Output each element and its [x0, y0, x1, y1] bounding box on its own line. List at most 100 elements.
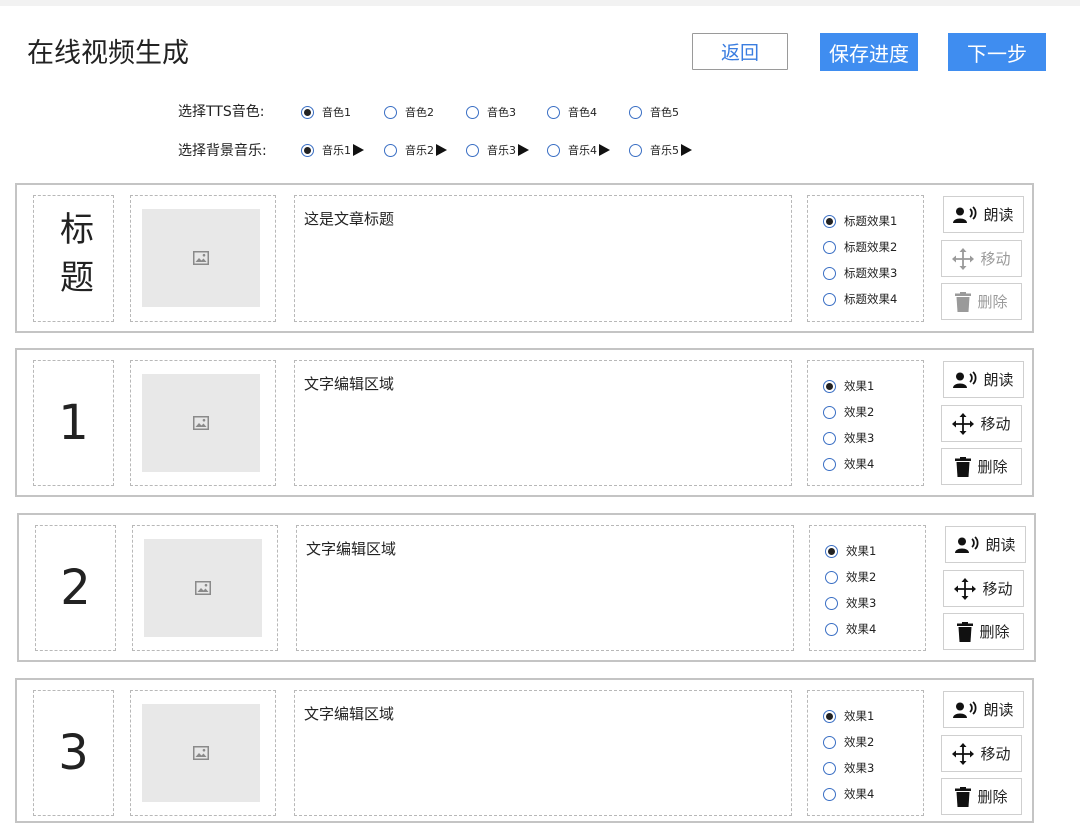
effect-option-1[interactable]: 效果1 [825, 543, 876, 559]
effect-option-3[interactable]: 效果3 [823, 430, 874, 446]
effect-option-2[interactable]: 效果2 [823, 734, 874, 750]
music-option-3[interactable]: 音乐3 [466, 142, 529, 158]
image-slot[interactable] [130, 690, 276, 816]
radio-icon[interactable] [823, 787, 836, 801]
next-step-button[interactable]: 下一步 [948, 33, 1046, 71]
radio-icon[interactable] [547, 105, 560, 119]
image-slot[interactable] [132, 525, 278, 651]
radio-icon[interactable] [547, 143, 560, 157]
music-option-4[interactable]: 音乐4 [547, 142, 610, 158]
effect-option-1[interactable]: 效果1 [823, 378, 874, 394]
image-placeholder[interactable] [142, 209, 260, 307]
effect-option-1[interactable]: 标题效果1 [823, 213, 897, 229]
effect-option-2[interactable]: 效果2 [823, 404, 874, 420]
radio-icon[interactable] [825, 622, 838, 636]
radio-icon[interactable] [629, 105, 642, 119]
effect-option-4[interactable]: 效果4 [823, 786, 874, 802]
radio-icon[interactable] [823, 405, 836, 419]
back-button[interactable]: 返回 [692, 33, 788, 70]
read-aloud-button[interactable]: 朗读 [943, 691, 1024, 728]
effect-option-3[interactable]: 标题效果3 [823, 265, 897, 281]
radio-icon[interactable] [825, 570, 838, 584]
tts-option-3[interactable]: 音色3 [466, 104, 516, 120]
effect-label: 效果1 [844, 709, 875, 723]
radio-icon[interactable] [823, 431, 836, 445]
effect-label: 标题效果3 [844, 266, 898, 280]
radio-icon[interactable] [384, 143, 397, 157]
delete-button[interactable]: 删除 [941, 448, 1022, 485]
delete-button[interactable]: 删除 [941, 283, 1022, 320]
effect-option-3[interactable]: 效果3 [825, 595, 876, 611]
radio-icon[interactable] [823, 735, 836, 749]
delete-label: 删除 [977, 458, 1008, 476]
tts-option-5[interactable]: 音色5 [629, 104, 679, 120]
music-option-2[interactable]: 音乐2 [384, 142, 447, 158]
music-option-1[interactable]: 音乐1 [301, 142, 364, 158]
effect-option-4[interactable]: 效果4 [823, 456, 874, 472]
effect-option-2[interactable]: 标题效果2 [823, 239, 897, 255]
effect-label: 效果2 [844, 405, 875, 419]
read-aloud-button[interactable]: 朗读 [945, 526, 1026, 563]
radio-selected-icon[interactable] [823, 379, 836, 393]
radio-selected-icon[interactable] [823, 214, 836, 228]
radio-selected-icon[interactable] [825, 544, 838, 558]
segment-label: 2 [35, 525, 116, 651]
move-button[interactable]: 移动 [941, 735, 1022, 772]
effect-label: 效果4 [846, 622, 877, 636]
radio-icon[interactable] [466, 105, 479, 119]
radio-icon[interactable] [823, 240, 836, 254]
radio-icon[interactable] [823, 761, 836, 775]
radio-icon[interactable] [823, 457, 836, 471]
text-edit-area[interactable]: 文字编辑区域 [294, 690, 792, 816]
effect-option-1[interactable]: 效果1 [823, 708, 874, 724]
radio-icon[interactable] [384, 105, 397, 119]
radio-selected-icon[interactable] [301, 143, 314, 157]
radio-selected-icon[interactable] [301, 105, 314, 119]
speaker-person-icon [953, 700, 978, 718]
play-icon[interactable] [436, 144, 447, 156]
move-button[interactable]: 移动 [943, 570, 1024, 607]
move-label: 移动 [982, 580, 1013, 598]
radio-icon[interactable] [629, 143, 642, 157]
radio-icon[interactable] [466, 143, 479, 157]
image-placeholder[interactable] [144, 539, 262, 637]
play-icon[interactable] [353, 144, 364, 156]
play-icon[interactable] [599, 144, 610, 156]
image-slot[interactable] [130, 195, 276, 322]
effect-option-4[interactable]: 效果4 [825, 621, 876, 637]
tts-voice-label: 选择TTS音色: [178, 104, 265, 120]
radio-icon[interactable] [823, 292, 836, 306]
music-option-5[interactable]: 音乐5 [629, 142, 692, 158]
tts-option-4[interactable]: 音色4 [547, 104, 597, 120]
radio-icon[interactable] [823, 266, 836, 280]
text-edit-area[interactable]: 这是文章标题 [294, 195, 792, 322]
image-icon [193, 416, 209, 430]
image-placeholder[interactable] [142, 704, 260, 802]
move-label: 移动 [980, 415, 1011, 433]
effect-option-4[interactable]: 标题效果4 [823, 291, 897, 307]
effect-option-3[interactable]: 效果3 [823, 760, 874, 776]
image-icon [195, 581, 211, 595]
music-option-label: 音乐4 [568, 144, 597, 157]
effect-label: 标题效果4 [844, 292, 898, 306]
move-button[interactable]: 移动 [941, 405, 1022, 442]
tts-option-1[interactable]: 音色1 [301, 104, 351, 120]
effect-label: 效果1 [846, 544, 877, 558]
read-aloud-button[interactable]: 朗读 [943, 196, 1024, 233]
text-edit-area[interactable]: 文字编辑区域 [294, 360, 792, 486]
play-icon[interactable] [681, 144, 692, 156]
image-slot[interactable] [130, 360, 276, 486]
radio-selected-icon[interactable] [823, 709, 836, 723]
image-placeholder[interactable] [142, 374, 260, 472]
read-aloud-button[interactable]: 朗读 [943, 361, 1024, 398]
tts-option-2[interactable]: 音色2 [384, 104, 434, 120]
save-progress-button[interactable]: 保存进度 [820, 33, 918, 71]
text-edit-area[interactable]: 文字编辑区域 [296, 525, 794, 651]
move-button[interactable]: 移动 [941, 240, 1022, 277]
delete-button[interactable]: 删除 [943, 613, 1024, 650]
delete-button[interactable]: 删除 [941, 778, 1022, 815]
radio-icon[interactable] [825, 596, 838, 610]
image-icon [193, 251, 209, 265]
play-icon[interactable] [518, 144, 529, 156]
effect-option-2[interactable]: 效果2 [825, 569, 876, 585]
